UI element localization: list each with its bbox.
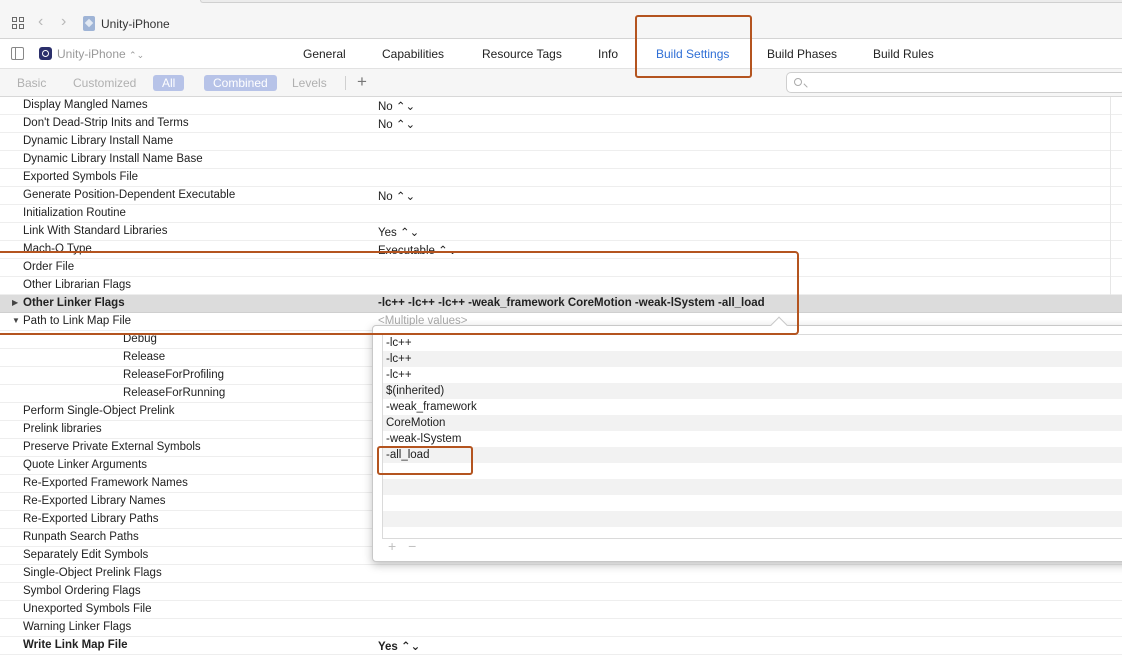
- editor-tab-bar: Unity-iPhone ⌃⌄ General Capabilities Res…: [0, 39, 1122, 69]
- setting-row-dylib-install-name[interactable]: Dynamic Library Install Name: [0, 133, 1122, 151]
- settings-filter-bar: Basic Customized All Combined Levels +: [0, 69, 1122, 97]
- setting-row-other-librarian-flags[interactable]: Other Librarian Flags: [0, 277, 1122, 295]
- filter-all[interactable]: All: [153, 75, 185, 91]
- setting-row-mach-o-type[interactable]: Mach-O Type Executable ⌃⌄: [0, 241, 1122, 259]
- list-item[interactable]: -lc++: [383, 351, 1122, 367]
- filter-levels[interactable]: Levels: [292, 76, 327, 90]
- empty-list-row: [383, 463, 1122, 479]
- list-item[interactable]: -weak-lSystem: [383, 431, 1122, 447]
- disclosure-expanded-icon[interactable]: ▼: [12, 316, 20, 325]
- search-field[interactable]: [786, 72, 1122, 93]
- sidebar-toggle-icon[interactable]: [11, 47, 24, 60]
- setting-row-position-dependent-executable[interactable]: Generate Position-Dependent Executable No…: [0, 187, 1122, 205]
- project-file-icon: [83, 16, 95, 31]
- tab-info[interactable]: Info: [598, 47, 618, 61]
- navigation-bar: ‹ › Unity-iPhone: [0, 0, 1122, 39]
- back-arrow-icon[interactable]: ‹: [38, 14, 43, 30]
- setting-row-warning-linker-flags[interactable]: Warning Linker Flags: [0, 619, 1122, 637]
- list-item[interactable]: $(inherited): [383, 383, 1122, 399]
- empty-list-row: [383, 479, 1122, 495]
- list-item[interactable]: -all_load: [383, 447, 1122, 463]
- forward-arrow-icon[interactable]: ›: [61, 14, 66, 30]
- setting-row-dead-strip-inits[interactable]: Don't Dead-Strip Inits and Terms No ⌃⌄: [0, 115, 1122, 133]
- list-item[interactable]: -lc++: [383, 367, 1122, 383]
- list-item[interactable]: CoreMotion: [383, 415, 1122, 431]
- setting-row-write-link-map-file[interactable]: Write Link Map File Yes ⌃⌄: [0, 637, 1122, 655]
- window-top-strip: [200, 0, 1122, 3]
- search-icon: [794, 78, 802, 86]
- linker-flags-popover: -lc++ -lc++ -lc++ $(inherited) -weak_fra…: [372, 316, 1122, 562]
- setting-row-dylib-install-name-base[interactable]: Dynamic Library Install Name Base: [0, 151, 1122, 169]
- breadcrumb-project[interactable]: Unity-iPhone: [101, 17, 170, 31]
- tab-general[interactable]: General: [303, 47, 346, 61]
- setting-row-link-standard-libraries[interactable]: Link With Standard Libraries Yes ⌃⌄: [0, 223, 1122, 241]
- setting-row-exported-symbols-file[interactable]: Exported Symbols File: [0, 169, 1122, 187]
- filter-combined[interactable]: Combined: [204, 75, 277, 91]
- setting-row-symbol-ordering-flags[interactable]: Symbol Ordering Flags: [0, 583, 1122, 601]
- tab-capabilities[interactable]: Capabilities: [382, 47, 444, 61]
- popover-buttons: + −: [388, 538, 416, 554]
- target-selector[interactable]: Unity-iPhone ⌃⌄: [57, 47, 144, 61]
- setting-row-unexported-symbols-file[interactable]: Unexported Symbols File: [0, 601, 1122, 619]
- setting-row-other-linker-flags[interactable]: ▶ Other Linker Flags -lc++ -lc++ -lc++ -we…: [0, 295, 1122, 313]
- add-flag-button[interactable]: +: [388, 538, 396, 554]
- tab-build-settings[interactable]: Build Settings: [656, 47, 729, 61]
- list-item[interactable]: -weak_framework: [383, 399, 1122, 415]
- filter-customized[interactable]: Customized: [73, 76, 136, 90]
- related-items-grid-icon[interactable]: [12, 17, 25, 30]
- disclosure-collapsed-icon[interactable]: ▶: [12, 298, 18, 307]
- empty-list-row: [383, 511, 1122, 527]
- filter-divider: [345, 76, 346, 90]
- filter-basic[interactable]: Basic: [17, 76, 46, 90]
- tab-resource-tags[interactable]: Resource Tags: [482, 47, 562, 61]
- linker-flags-list: -lc++ -lc++ -lc++ $(inherited) -weak_fra…: [382, 334, 1122, 539]
- tab-build-phases[interactable]: Build Phases: [767, 47, 837, 61]
- empty-list-row: [383, 495, 1122, 511]
- setting-row-order-file[interactable]: Order File: [0, 259, 1122, 277]
- list-item[interactable]: -lc++: [383, 335, 1122, 351]
- tab-build-rules[interactable]: Build Rules: [873, 47, 934, 61]
- setting-row-initialization-routine[interactable]: Initialization Routine: [0, 205, 1122, 223]
- setting-row-display-mangled-names[interactable]: Display Mangled Names No ⌃⌄: [0, 97, 1122, 115]
- add-setting-button[interactable]: +: [357, 72, 367, 92]
- remove-flag-button[interactable]: −: [408, 538, 416, 554]
- setting-row-single-object-prelink-flags[interactable]: Single-Object Prelink Flags: [0, 565, 1122, 583]
- target-icon: [39, 47, 52, 60]
